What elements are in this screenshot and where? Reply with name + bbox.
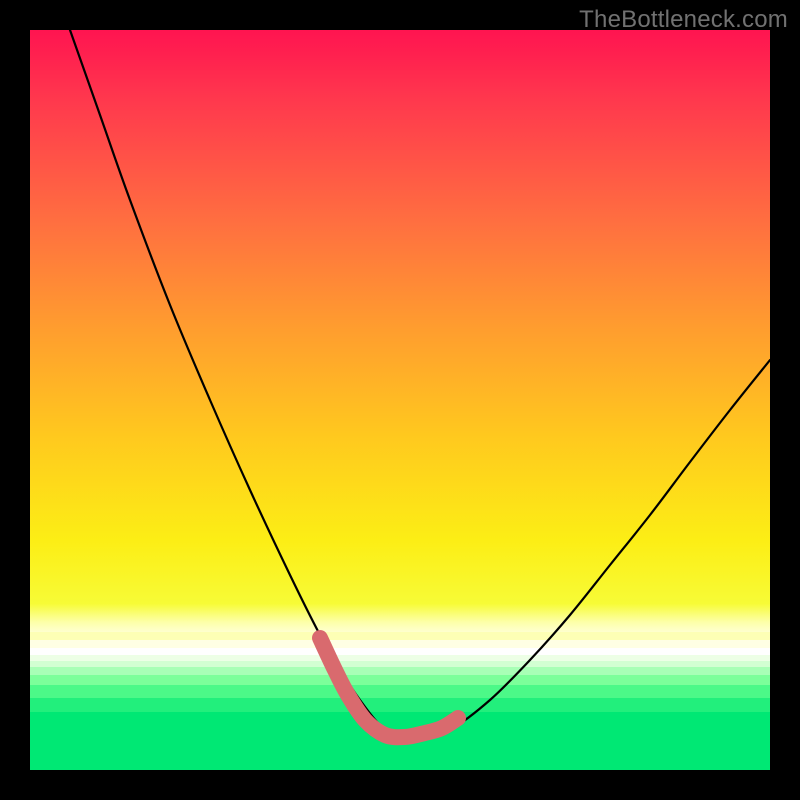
curve-layer <box>30 30 770 770</box>
watermark-text: TheBottleneck.com <box>579 6 788 34</box>
highlight-segment <box>320 638 458 737</box>
bottleneck-curve <box>70 30 770 739</box>
plot-area <box>30 30 770 770</box>
outer-frame: TheBottleneck.com <box>0 0 800 800</box>
